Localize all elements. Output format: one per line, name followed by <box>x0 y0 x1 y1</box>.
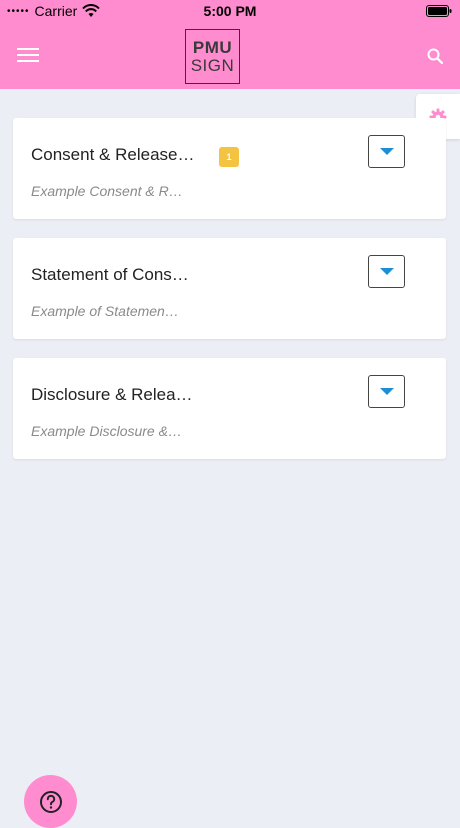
form-title: Statement of Cons… <box>31 265 189 284</box>
caret-down-icon <box>379 267 394 275</box>
caret-down-icon <box>379 387 394 395</box>
count-badge: 1 <box>219 147 239 167</box>
form-title: Consent & Release… <box>31 145 195 164</box>
form-card[interactable]: Statement of Cons… Example of Statemen… <box>13 238 446 339</box>
logo-text-top: PMU <box>192 37 233 57</box>
dropdown-button[interactable] <box>368 375 405 408</box>
question-circle-icon <box>39 790 62 813</box>
caret-down-icon <box>379 147 394 155</box>
form-card[interactable]: Consent & Release… 1 Example Consent & R… <box>13 118 446 219</box>
form-card[interactable]: Disclosure & Relea… Example Disclosure &… <box>13 358 446 459</box>
form-title: Disclosure & Relea… <box>31 385 193 404</box>
form-subtitle: Example Disclosure &… <box>31 423 182 439</box>
app-logo: PMU SIGN <box>185 29 240 84</box>
app-header: PMU SIGN <box>0 22 460 89</box>
dropdown-button[interactable] <box>368 255 405 288</box>
status-bar: ••••• Carrier 5:00 PM <box>0 0 460 22</box>
battery-icon <box>426 5 452 17</box>
form-subtitle: Example Consent & R… <box>31 183 183 199</box>
search-icon[interactable] <box>427 48 443 64</box>
dropdown-button[interactable] <box>368 135 405 168</box>
status-time: 5:00 PM <box>203 3 257 19</box>
form-subtitle: Example of Statemen… <box>31 303 179 319</box>
help-button[interactable] <box>24 775 77 828</box>
menu-icon[interactable] <box>17 47 39 63</box>
logo-text-bottom: SIGN <box>190 55 235 75</box>
